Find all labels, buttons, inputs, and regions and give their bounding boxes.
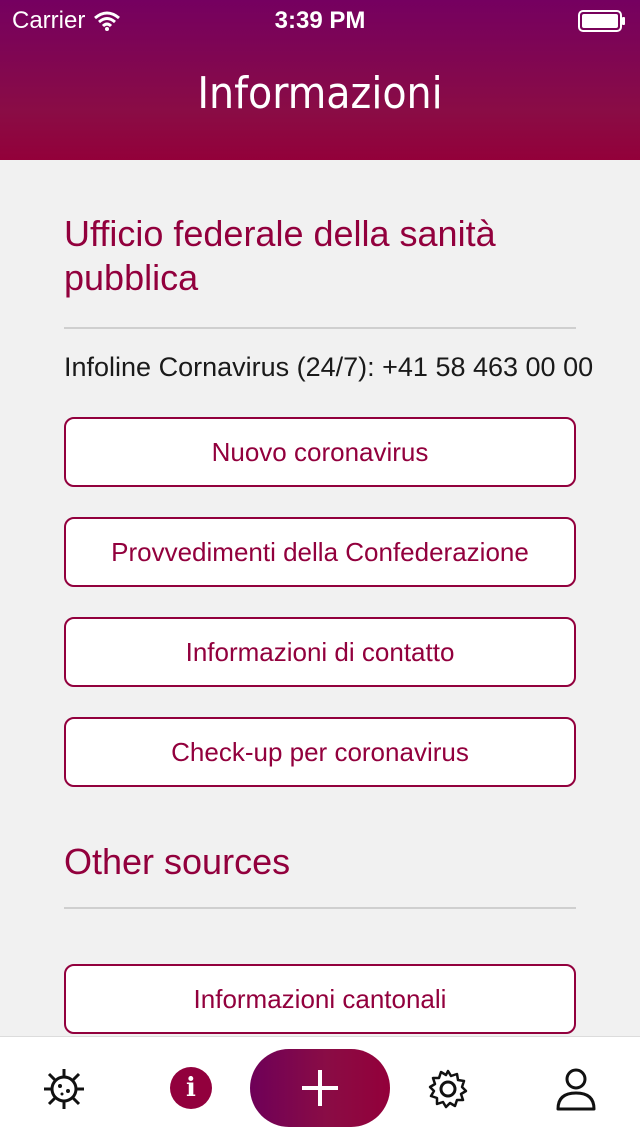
section-title-line1: Ufficio federale della sanità: [64, 213, 496, 254]
info-icon[interactable]: i: [170, 1067, 212, 1109]
confederation-measures-button[interactable]: Provvedimenti della Confederazione: [64, 517, 576, 587]
divider: [64, 907, 576, 909]
profile-icon: [556, 1068, 596, 1111]
checkup-button[interactable]: Check-up per coronavirus: [64, 717, 576, 787]
status-time: 3:39 PM: [274, 7, 366, 34]
gear-icon: [428, 1069, 468, 1109]
tab-settings[interactable]: [426, 1067, 470, 1111]
status-bar: Carrier 3:39 PM: [0, 0, 640, 40]
divider: [64, 327, 576, 329]
page-title: Informazioni: [197, 68, 443, 119]
battery-icon: [578, 10, 625, 32]
tab-virus[interactable]: [42, 1067, 86, 1111]
section-title-line2: pubblica: [64, 257, 199, 298]
header: Carrier 3:39 PM Informazioni: [0, 0, 640, 160]
cantonal-info-button[interactable]: Informazioni cantonali: [64, 964, 576, 1034]
contact-info-button[interactable]: Informazioni di contatto: [64, 617, 576, 687]
infoline-text: Infoline Cornavirus (24/7): +41 58 463 0…: [64, 352, 594, 382]
plus-icon: [302, 1070, 338, 1106]
section-title-federal-office: Ufficio federale della sanità pubblica: [64, 212, 576, 300]
add-button[interactable]: [250, 1049, 390, 1127]
tab-bar: i: [0, 1036, 640, 1136]
virus-icon: [44, 1069, 84, 1109]
tab-profile[interactable]: [554, 1067, 598, 1111]
section-title-other-sources: Other sources: [64, 841, 291, 882]
new-coronavirus-button[interactable]: Nuovo coronavirus: [64, 417, 576, 487]
